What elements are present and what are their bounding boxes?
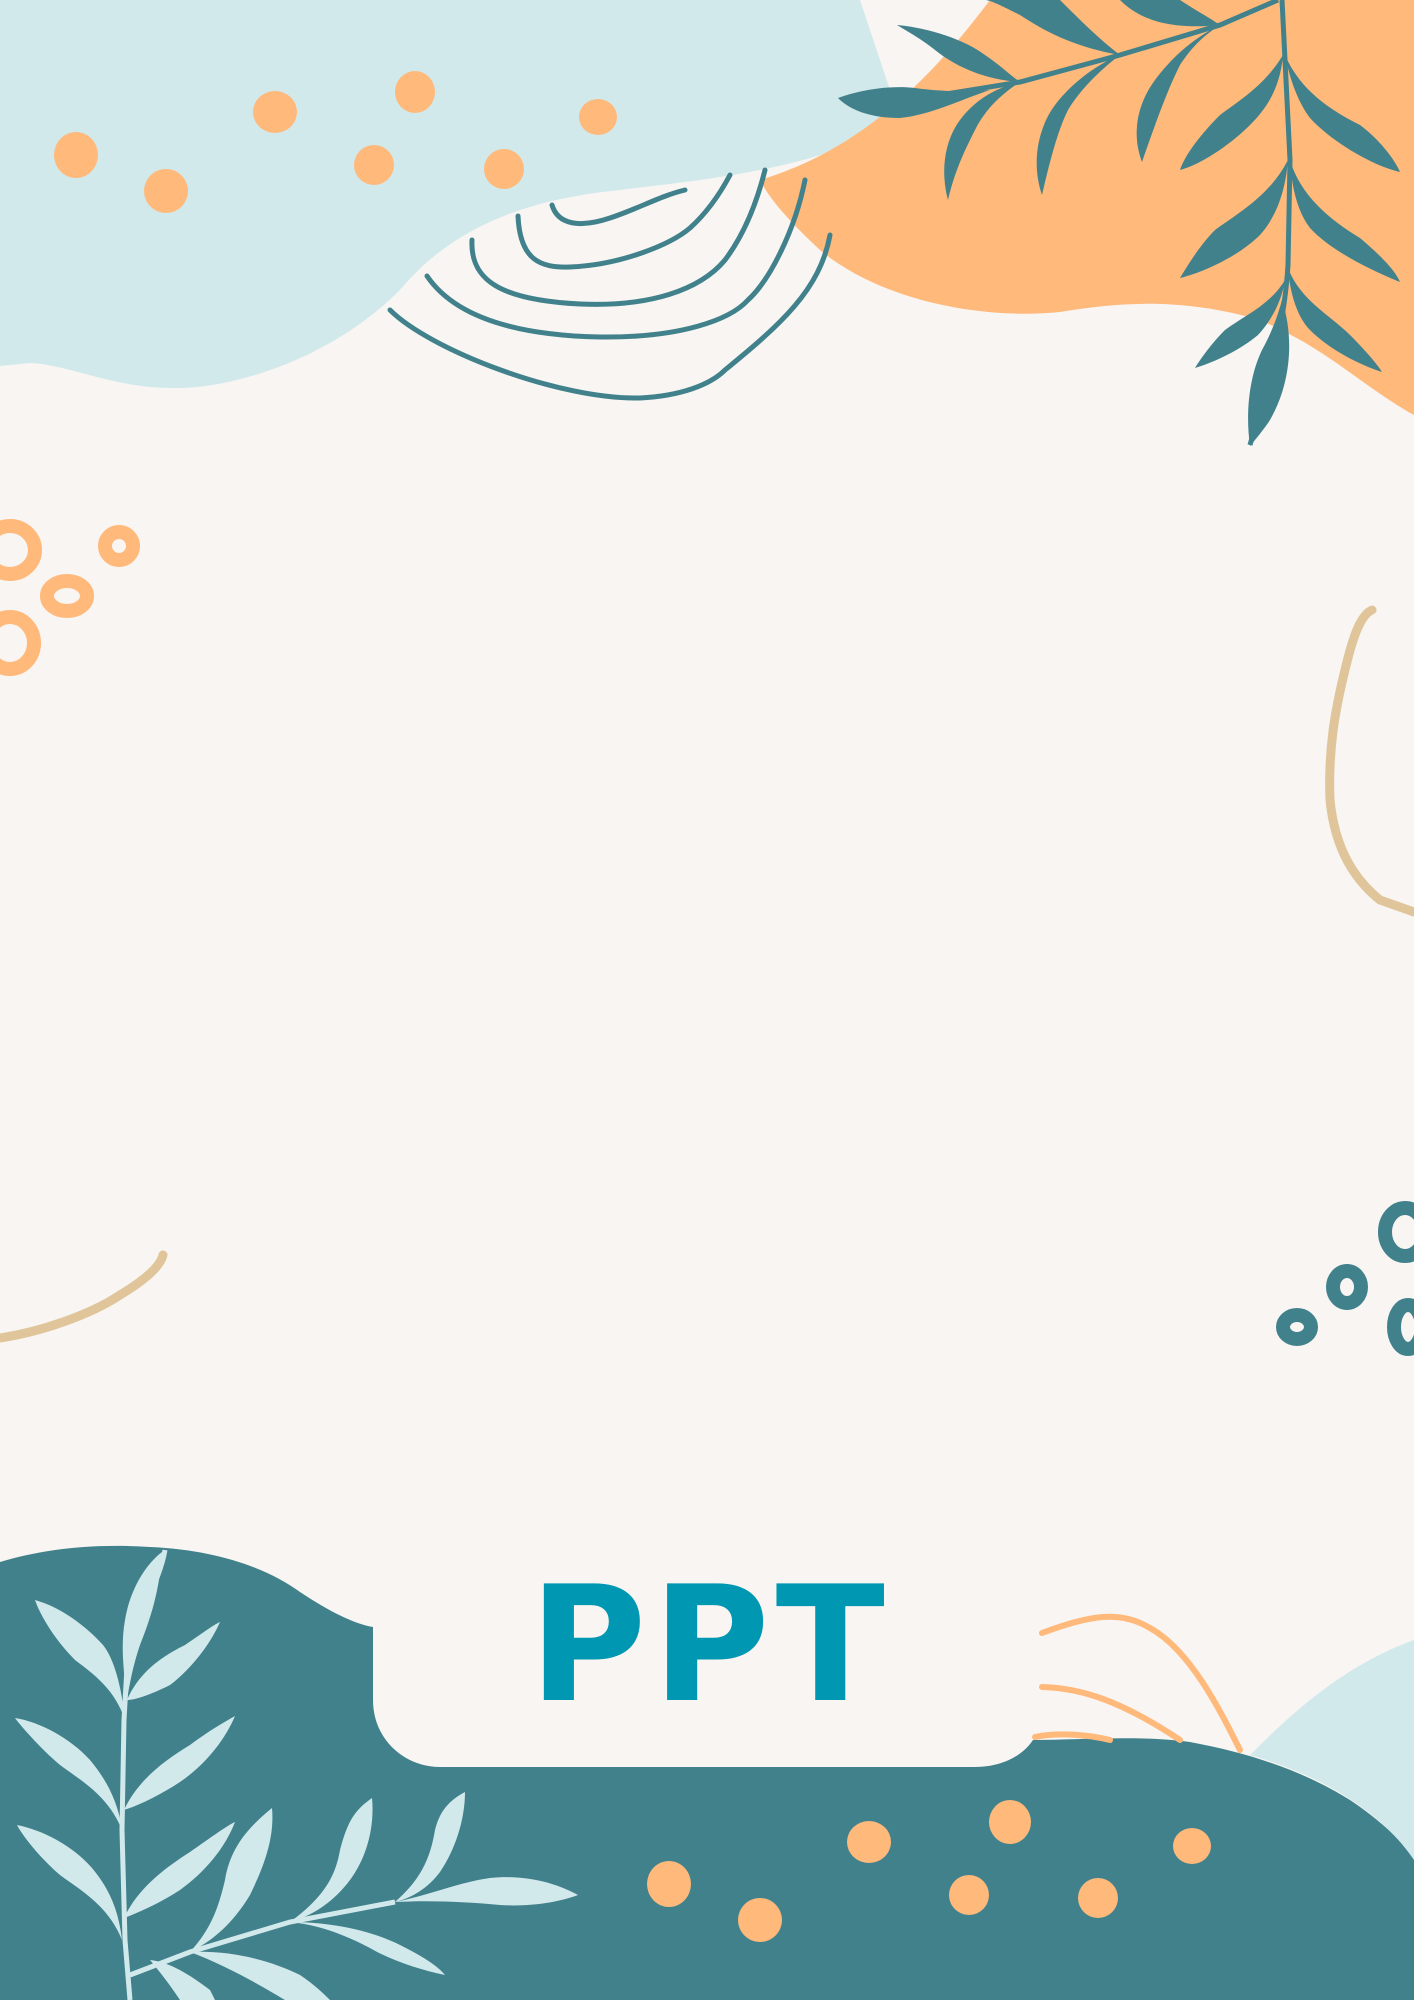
- poster-canvas: PPT: [0, 0, 1414, 2000]
- light-blue-blob-top-left: [0, 0, 900, 389]
- teal-ring-dots-right: [1276, 1201, 1414, 1356]
- sand-curve-right: [1325, 605, 1414, 917]
- peach-lines-bottom-right: [1032, 1613, 1243, 1753]
- ppt-logo: PPT: [520, 1560, 900, 1730]
- ppt-logo-text: PPT: [529, 1551, 891, 1738]
- peach-ring-dots-left: [0, 519, 140, 676]
- sand-curve-left: [0, 1250, 168, 1343]
